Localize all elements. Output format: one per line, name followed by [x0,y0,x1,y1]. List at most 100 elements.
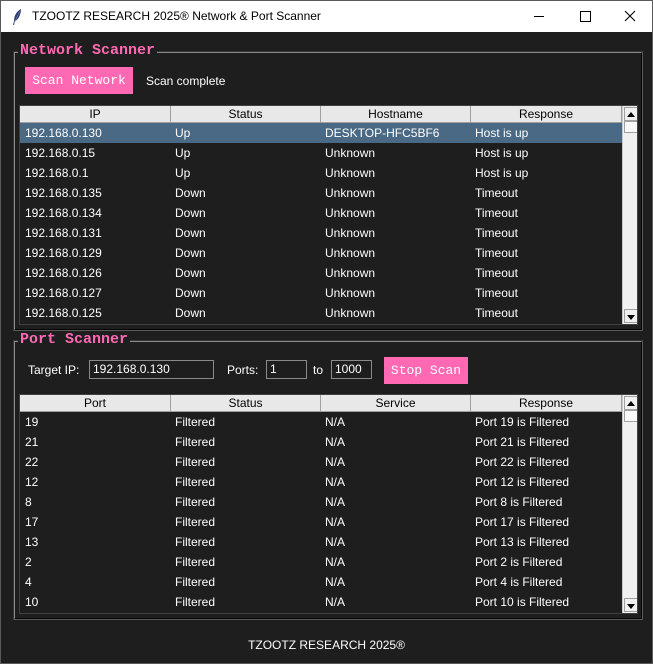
table-row[interactable]: 8 Filtered N/A Port 8 is Filtered [20,492,622,512]
table-cell: 10 [25,595,39,609]
table-cell: Down [175,266,206,280]
table-cell: 192.168.0.125 [25,306,102,320]
table-cell: N/A [325,535,346,549]
table-cell: Filtered [175,555,216,569]
table-cell: 192.168.0.130 [25,126,102,140]
table-cell: 22 [25,455,39,469]
table-cell: DESKTOP-HFC5BF6 [325,126,440,140]
port-to-input[interactable]: 1000 [331,360,372,379]
column-header-status[interactable]: Status [171,395,321,412]
arrow-up-icon [627,401,635,406]
table-cell: 17 [25,515,39,529]
scroll-up-button[interactable] [624,107,637,121]
table-cell: Unknown [325,206,376,220]
table-row[interactable]: 192.168.0.127 Down Unknown Timeout [20,283,622,303]
table-cell: N/A [325,495,346,509]
table-cell: 192.168.0.135 [25,186,102,200]
table-cell: 4 [25,575,32,589]
minimize-button[interactable] [516,1,562,32]
table-cell: Timeout [475,266,518,280]
scroll-down-button[interactable] [624,598,637,612]
table-cell: 2 [25,555,32,569]
scan-network-button[interactable]: Scan Network [25,67,133,94]
table-cell: Timeout [475,206,518,220]
table-cell: Filtered [175,415,216,429]
table-cell: Host is up [475,166,529,180]
table-row[interactable]: 12 Filtered N/A Port 12 is Filtered [20,472,622,492]
table-row[interactable]: 17 Filtered N/A Port 17 is Filtered [20,512,622,532]
table-cell: Down [175,246,206,260]
table-cell: Port 12 is Filtered [475,475,570,489]
stop-scan-button[interactable]: Stop Scan [384,357,468,384]
table-cell: 192.168.0.134 [25,206,102,220]
feather-icon [13,9,21,25]
table-row[interactable]: 22 Filtered N/A Port 22 is Filtered [20,452,622,472]
table-cell: Unknown [325,166,376,180]
port-table-scrollbar[interactable] [622,395,637,613]
port-from-input[interactable]: 1 [266,360,307,379]
table-cell: Host is up [475,146,529,160]
table-cell: 21 [25,435,39,449]
column-header-ip[interactable]: IP [20,106,171,123]
network-scanner-title: Network Scanner [18,42,158,59]
table-cell: Port 13 is Filtered [475,535,570,549]
scroll-thumb[interactable] [624,410,637,422]
table-row[interactable]: 21 Filtered N/A Port 21 is Filtered [20,432,622,452]
table-row[interactable]: 19 Filtered N/A Port 19 is Filtered [20,412,622,432]
table-cell: Port 2 is Filtered [475,555,563,569]
target-ip-input[interactable]: 192.168.0.130 [89,360,214,379]
column-header-service[interactable]: Service [321,395,471,412]
table-row[interactable]: 10 Filtered N/A Port 10 is Filtered [20,592,622,612]
table-cell: Port 10 is Filtered [475,595,570,609]
table-header: Port Status Service Response [20,395,623,412]
table-cell: Unknown [325,226,376,240]
table-cell: Unknown [325,186,376,200]
table-row[interactable]: 192.168.0.15 Up Unknown Host is up [20,143,622,163]
table-cell: Filtered [175,435,216,449]
maximize-button[interactable] [562,1,608,32]
scroll-down-button[interactable] [624,309,637,323]
table-cell: Filtered [175,455,216,469]
column-header-response[interactable]: Response [471,106,622,123]
table-cell: Unknown [325,286,376,300]
table-row[interactable]: 192.168.0.129 Down Unknown Timeout [20,243,622,263]
table-cell: Down [175,206,206,220]
column-header-port[interactable]: Port [20,395,171,412]
table-row[interactable]: 192.168.0.126 Down Unknown Timeout [20,263,622,283]
table-cell: Up [175,146,191,160]
maximize-icon [580,11,591,22]
table-row[interactable]: 192.168.0.131 Down Unknown Timeout [20,223,622,243]
network-table-scrollbar[interactable] [622,106,637,324]
table-cell: Down [175,306,206,320]
table-cell: Filtered [175,515,216,529]
table-cell: Timeout [475,226,518,240]
table-cell: Filtered [175,575,216,589]
table-row[interactable]: 2 Filtered N/A Port 2 is Filtered [20,552,622,572]
arrow-up-icon [627,112,635,117]
arrow-down-icon [627,604,635,609]
table-cell: Port 17 is Filtered [475,515,570,529]
table-row[interactable]: 192.168.0.125 Down Unknown Timeout [20,303,622,323]
table-cell: 192.168.0.126 [25,266,102,280]
port-results-table[interactable]: Port Status Service Response 19 Filtered N… [19,394,638,614]
close-button[interactable] [607,1,653,32]
network-results-table[interactable]: IP Status Hostname Response 192.168.0.13… [19,105,638,325]
table-cell: N/A [325,415,346,429]
scroll-up-button[interactable] [624,396,637,410]
table-cell: Unknown [325,306,376,320]
table-cell: 192.168.0.131 [25,226,102,240]
table-row[interactable]: 192.168.0.135 Down Unknown Timeout [20,183,622,203]
table-cell: N/A [325,455,346,469]
minimize-icon [534,16,544,17]
table-row[interactable]: 192.168.0.134 Down Unknown Timeout [20,203,622,223]
table-row[interactable]: 192.168.0.1 Up Unknown Host is up [20,163,622,183]
table-cell: Down [175,226,206,240]
table-row[interactable]: 192.168.0.130 Up DESKTOP-HFC5BF6 Host is up [20,123,622,143]
column-header-status[interactable]: Status [171,106,321,123]
column-header-response[interactable]: Response [471,395,622,412]
column-header-hostname[interactable]: Hostname [321,106,471,123]
title-bar[interactable]: TZOOTZ RESEARCH 2025® Network & Port Sca… [1,1,652,32]
table-row[interactable]: 13 Filtered N/A Port 13 is Filtered [20,532,622,552]
table-row[interactable]: 4 Filtered N/A Port 4 is Filtered [20,572,622,592]
scroll-thumb[interactable] [624,121,637,133]
